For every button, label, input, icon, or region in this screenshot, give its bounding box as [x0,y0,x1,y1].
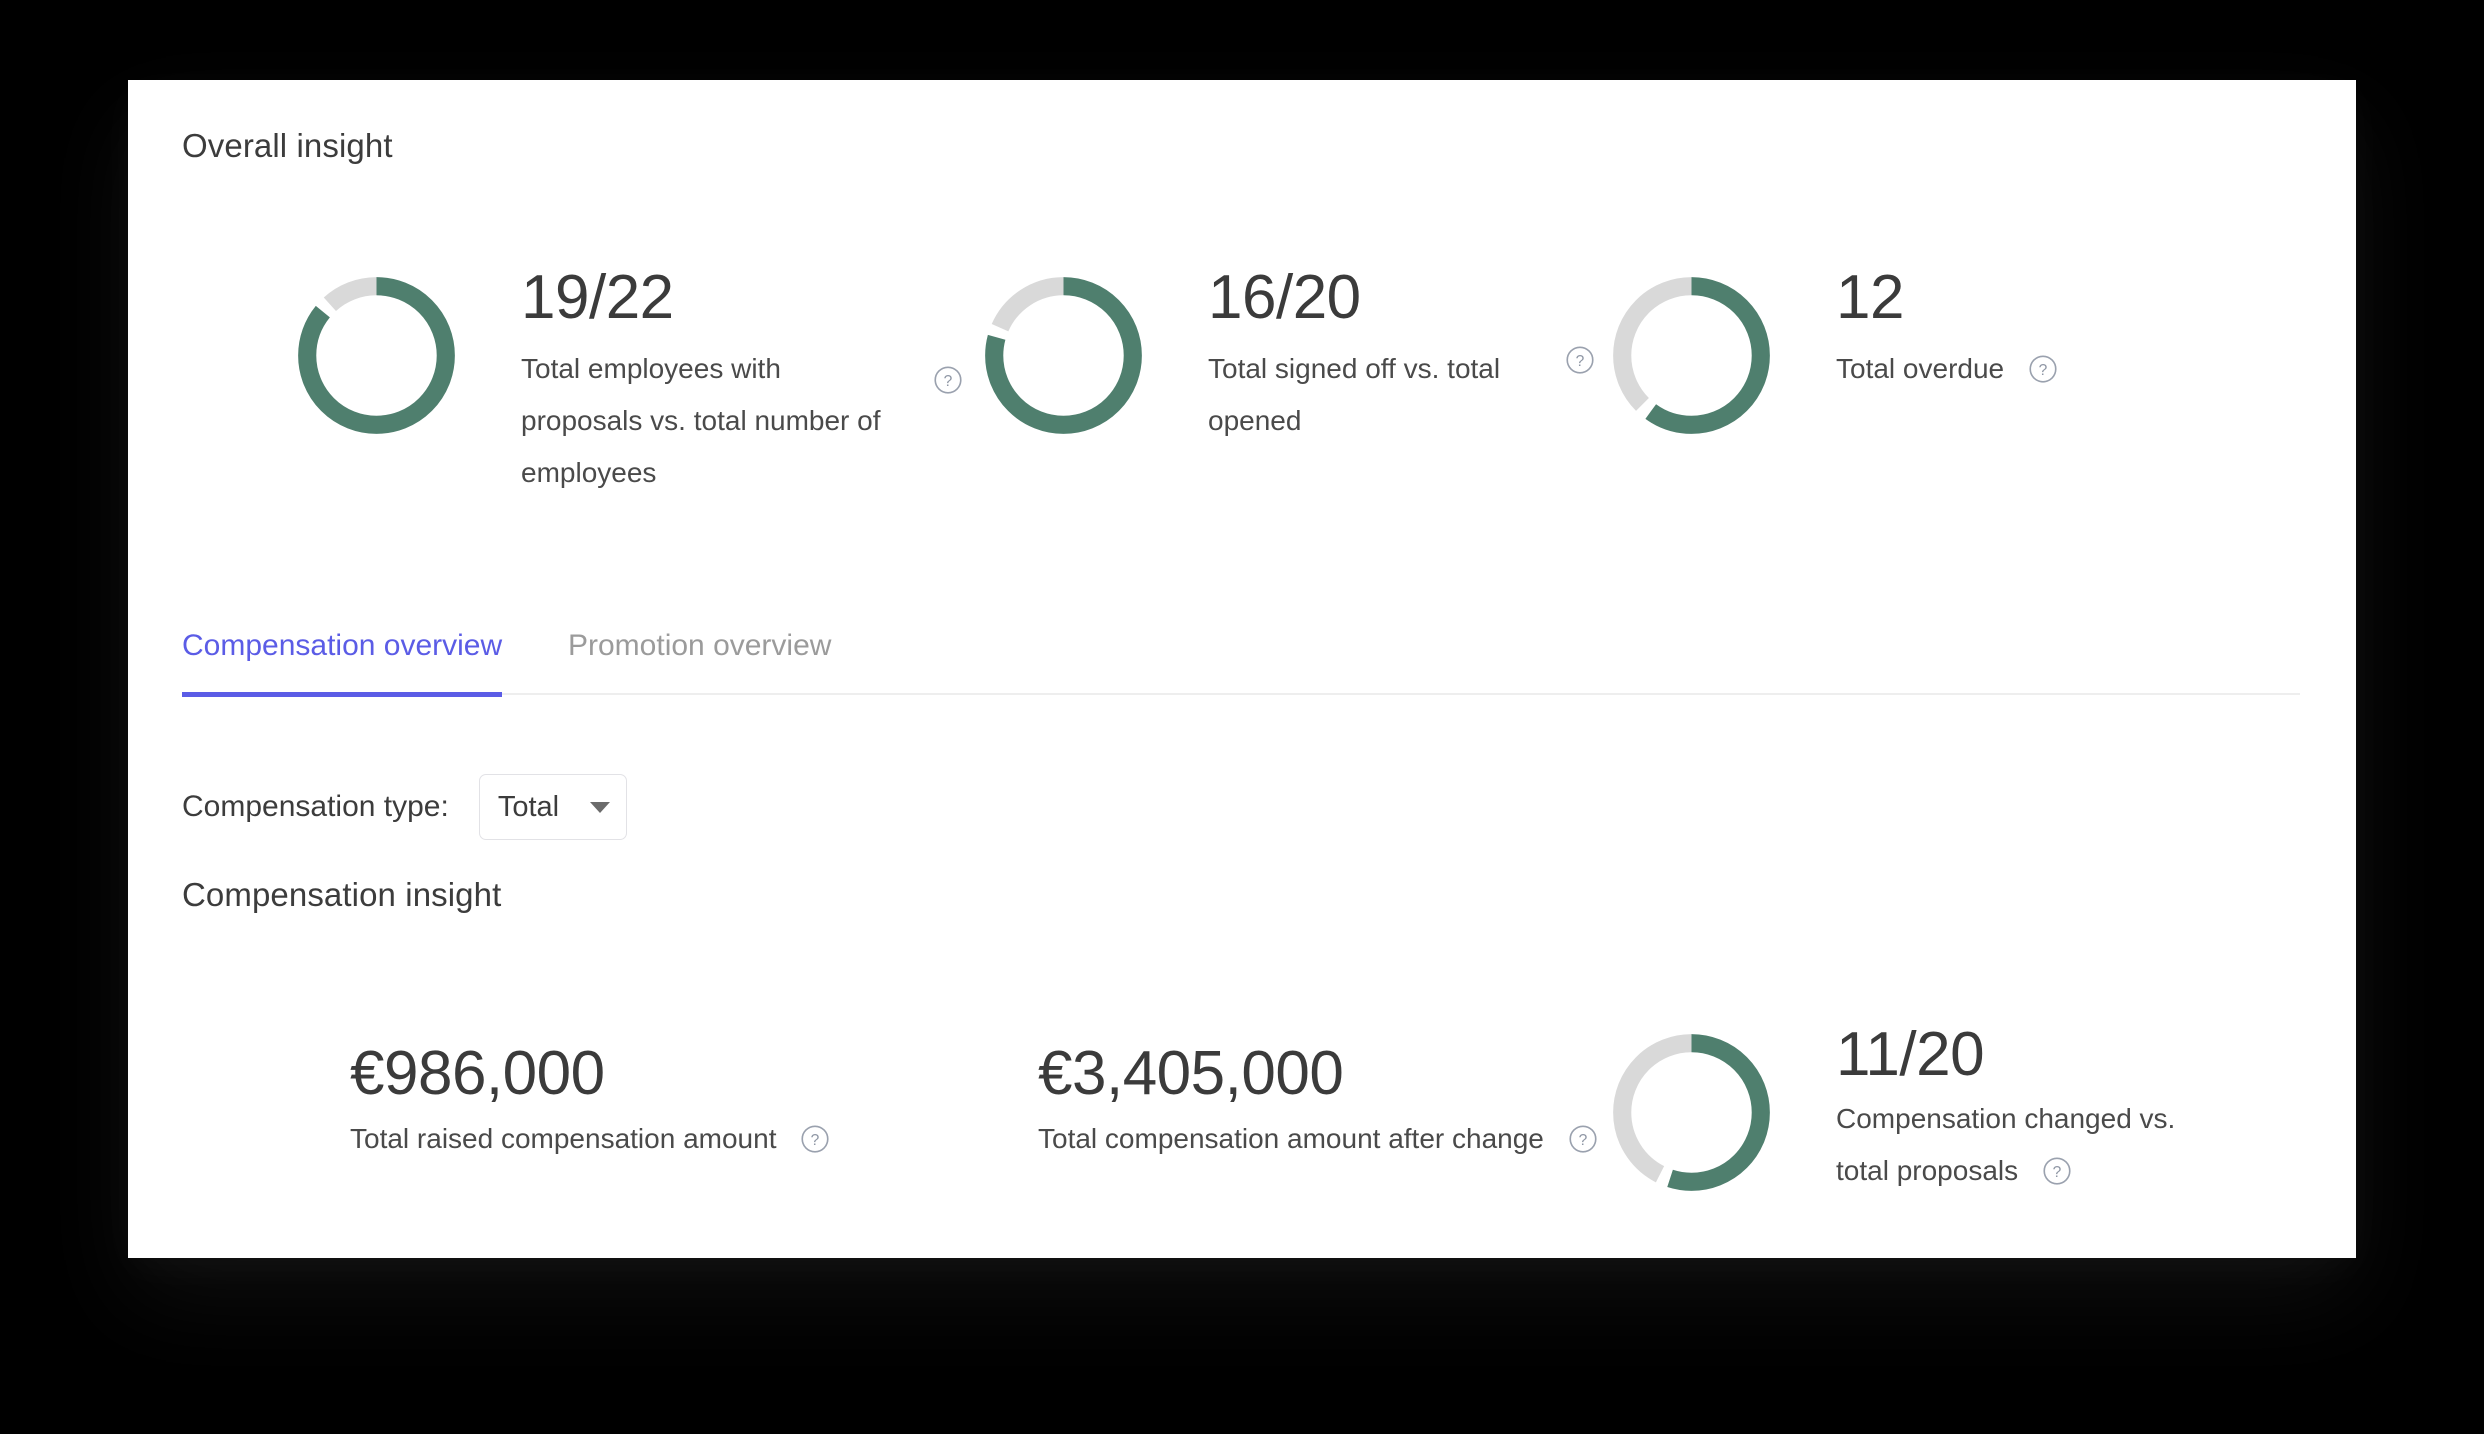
metric-compensation-changed: 11/20 Compensation changed vs. total pro… [1609,1022,2175,1195]
metric-label: Total compensation amount after change [1038,1123,1544,1154]
tab-promotion-overview[interactable]: Promotion overview [562,627,837,692]
compensation-type-value: Total [497,791,560,823]
tab-compensation-overview[interactable]: Compensation overview [182,627,503,697]
compensation-insight-title: Compensation insight [182,876,502,913]
stat-label: Total signed off vs. total opened [1208,353,1501,436]
svg-text:?: ? [2053,1164,2062,1181]
metric-label-line2: total proposals [1836,1155,2019,1186]
donut-chart-total-overdue [1609,273,1774,438]
stat-value: 19/22 [521,263,674,332]
svg-text:?: ? [2039,362,2048,379]
metric-label-row: Total compensation amount after change ? [1038,1122,1598,1156]
metric-value: 11/20 [1836,1020,1985,1089]
svg-text:?: ? [811,1132,820,1149]
svg-text:?: ? [944,373,953,390]
svg-text:?: ? [1579,1132,1588,1149]
metric-total-raised-compensation: €986,000 Total raised compensation amoun… [350,1040,830,1156]
metric-label-line1: Compensation changed vs. [1836,1103,2176,1134]
metric-label-row: Total raised compensation amount ? [350,1122,830,1156]
help-icon-total-overdue[interactable]: ? [2028,354,2058,384]
overview-tabs: Compensation overview Promotion overview [182,627,2300,697]
insights-card: Overall insight 19/22 Total employees wi… [128,80,2356,1258]
metric-label-row2: total proposals ? [1836,1154,2175,1188]
stat-label: Total employees with proposals vs. total… [521,353,881,488]
metric-total-compensation-after-change: €3,405,000 Total compensation amount aft… [1038,1040,1598,1156]
donut-chart-compensation-changed [1609,1030,1774,1195]
page-title: Overall insight [182,127,393,164]
screen-background: Overall insight 19/22 Total employees wi… [0,0,2484,1434]
svg-text:?: ? [1576,353,1585,370]
compensation-type-select[interactable]: Total [478,774,627,840]
stat-value: 16/20 [1208,263,1361,332]
compensation-type-filter: Compensation type: Total [182,774,627,840]
metric-value: €3,405,000 [1038,1039,1344,1108]
stat-label: Total overdue [1836,353,2005,384]
stat-card-signed-off: 16/20 Total signed off vs. total opened [981,265,1588,447]
help-icon-total-raised-compensation[interactable]: ? [800,1124,830,1154]
help-icon-total-compensation-after-change[interactable]: ? [1568,1124,1598,1154]
compensation-stat-row: €986,000 Total raised compensation amoun… [128,1022,2356,1260]
metric-label: Total raised compensation amount [350,1123,777,1154]
donut-chart-signed-off [981,273,1146,438]
stat-label-row: Total overdue ? [1836,343,2058,395]
metric-value: €986,000 [350,1039,605,1108]
help-icon-employees-with-proposals[interactable]: ? [933,365,963,395]
help-icon-signed-off[interactable]: ? [1565,345,1595,375]
stat-card-employees-with-proposals: 19/22 Total employees with proposals vs.… [294,265,901,499]
stat-card-total-overdue: 12 Total overdue ? [1609,265,2058,438]
donut-chart-employees-with-proposals [294,273,459,438]
help-icon-compensation-changed[interactable]: ? [2042,1156,2072,1186]
overall-stat-row: 19/22 Total employees with proposals vs.… [128,265,2356,515]
stat-value: 12 [1836,263,1904,332]
chevron-down-icon [589,801,610,813]
compensation-type-label: Compensation type: [182,790,449,823]
